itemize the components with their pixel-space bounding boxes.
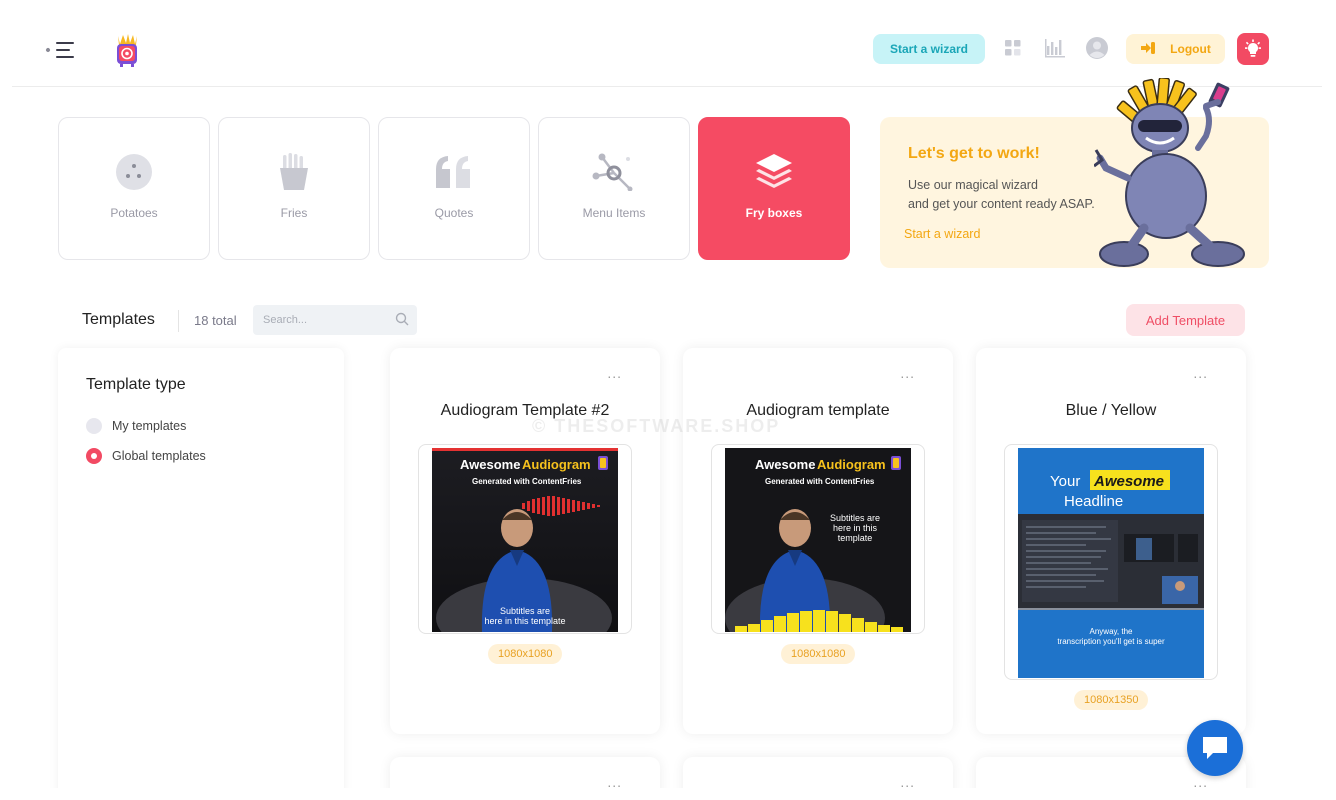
robot-mascot-illustration xyxy=(1093,77,1274,272)
thumb-caption: template xyxy=(838,533,873,543)
more-options-icon[interactable]: ... xyxy=(900,366,915,380)
thumb-headline: Headline xyxy=(1064,493,1123,510)
lightbulb-icon xyxy=(1245,39,1261,57)
search-icon[interactable] xyxy=(395,312,409,331)
size-badge: 1080x1350 xyxy=(1074,690,1149,710)
template-title: Blue / Yellow xyxy=(1065,402,1157,419)
category-label: Fry boxes xyxy=(745,206,803,220)
template-card[interactable]: ... Audiogram Template #2 Awesome Audiog… xyxy=(390,348,660,734)
app-logo[interactable] xyxy=(112,32,142,68)
app-window: Start a wizard Logout Potatoes Fries Quo… xyxy=(12,12,1322,788)
templates-count: 18 total xyxy=(194,313,237,328)
category-fries[interactable]: Fries xyxy=(218,117,370,260)
layers-icon xyxy=(754,152,794,192)
template-card[interactable]: ... xyxy=(683,757,953,788)
logout-button[interactable]: Logout xyxy=(1126,34,1225,64)
add-template-button[interactable]: Add Template xyxy=(1126,304,1245,336)
filter-option-my-templates[interactable]: My templates xyxy=(86,418,186,434)
logout-label: Logout xyxy=(1170,42,1211,56)
template-thumbnail[interactable]: Awesome Audiogram Generated with Content… xyxy=(418,444,632,634)
chat-bubble-icon xyxy=(1203,737,1227,759)
potato-icon xyxy=(115,152,153,192)
chart-icon[interactable] xyxy=(1044,38,1066,58)
thumb-subtitle: Generated with ContentFries xyxy=(472,477,582,486)
fries-icon xyxy=(279,152,309,192)
menu-toggle-icon[interactable] xyxy=(45,39,76,61)
promo-start-wizard-link[interactable]: Start a wizard xyxy=(904,227,980,241)
category-quotes[interactable]: Quotes xyxy=(378,117,530,260)
filter-option-label: My templates xyxy=(112,419,187,433)
thumb-headline-highlight: Audiogram xyxy=(817,457,886,472)
thumb-headline: Awesome xyxy=(460,457,520,472)
grid-icon[interactable] xyxy=(1005,40,1021,56)
thumb-headline-highlight: Awesome xyxy=(1093,473,1164,490)
thumb-headline-highlight: Audiogram xyxy=(522,457,591,472)
thumb-headline: Your xyxy=(1050,473,1080,490)
chat-support-button[interactable] xyxy=(1187,720,1243,776)
thumb-caption: here in this xyxy=(833,523,878,533)
filter-title: Template type xyxy=(86,376,186,393)
watermark: © THESOFTWARE.SHOP xyxy=(532,416,781,436)
category-label: Menu Items xyxy=(582,206,646,220)
template-card[interactable]: ... xyxy=(390,757,660,788)
template-card[interactable]: ... Audiogram template Awesome Audiogram… xyxy=(683,348,953,734)
template-thumbnail[interactable]: Awesome Audiogram Generated with Content… xyxy=(711,444,925,634)
thumb-subtitle: Generated with ContentFries xyxy=(765,477,875,486)
promo-title: Let's get to work! xyxy=(908,145,1040,162)
more-options-icon[interactable]: ... xyxy=(607,366,622,380)
thumb-headline: Awesome xyxy=(755,457,815,472)
thumb-caption: Anyway, the xyxy=(1090,627,1134,636)
more-options-icon[interactable]: ... xyxy=(1193,775,1208,788)
category-potatoes[interactable]: Potatoes xyxy=(58,117,210,260)
search-input[interactable] xyxy=(253,305,417,335)
filter-option-global-templates[interactable]: Global templates xyxy=(86,448,206,464)
user-avatar-icon[interactable] xyxy=(1086,37,1108,59)
thumb-caption: here in this template xyxy=(484,616,565,626)
template-card[interactable]: ... Blue / Yellow Your Awesome Headline xyxy=(976,348,1246,734)
category-label: Quotes xyxy=(434,206,474,220)
category-label: Potatoes xyxy=(110,206,158,220)
start-wizard-button[interactable]: Start a wizard xyxy=(873,34,985,64)
more-options-icon[interactable]: ... xyxy=(1193,366,1208,380)
thumb-caption: transcription you'll get is super xyxy=(1057,637,1165,646)
lightbulb-button[interactable] xyxy=(1237,33,1269,65)
filter-option-label: Global templates xyxy=(112,449,206,463)
template-thumbnail[interactable]: Your Awesome Headline Anyway, the transc… xyxy=(1004,444,1218,680)
divider xyxy=(178,310,179,332)
size-badge: 1080x1080 xyxy=(781,644,856,664)
category-label: Fries xyxy=(280,206,308,220)
templates-heading: Templates xyxy=(82,311,155,328)
category-fry-boxes[interactable]: Fry boxes xyxy=(698,117,850,260)
nodes-icon xyxy=(590,152,638,192)
template-type-filter: Template type My templates Global templa… xyxy=(58,348,344,788)
more-options-icon[interactable]: ... xyxy=(607,775,622,788)
top-bar: Start a wizard Logout xyxy=(12,12,1322,87)
radio-button[interactable] xyxy=(86,418,102,434)
logout-icon xyxy=(1140,41,1156,58)
thumb-caption: Subtitles are xyxy=(830,513,880,523)
size-badge: 1080x1080 xyxy=(488,644,563,664)
category-menu-items[interactable]: Menu Items xyxy=(538,117,690,260)
radio-button[interactable] xyxy=(86,448,102,464)
quote-icon xyxy=(434,152,474,192)
thumb-caption: Subtitles are xyxy=(500,606,550,616)
more-options-icon[interactable]: ... xyxy=(900,775,915,788)
